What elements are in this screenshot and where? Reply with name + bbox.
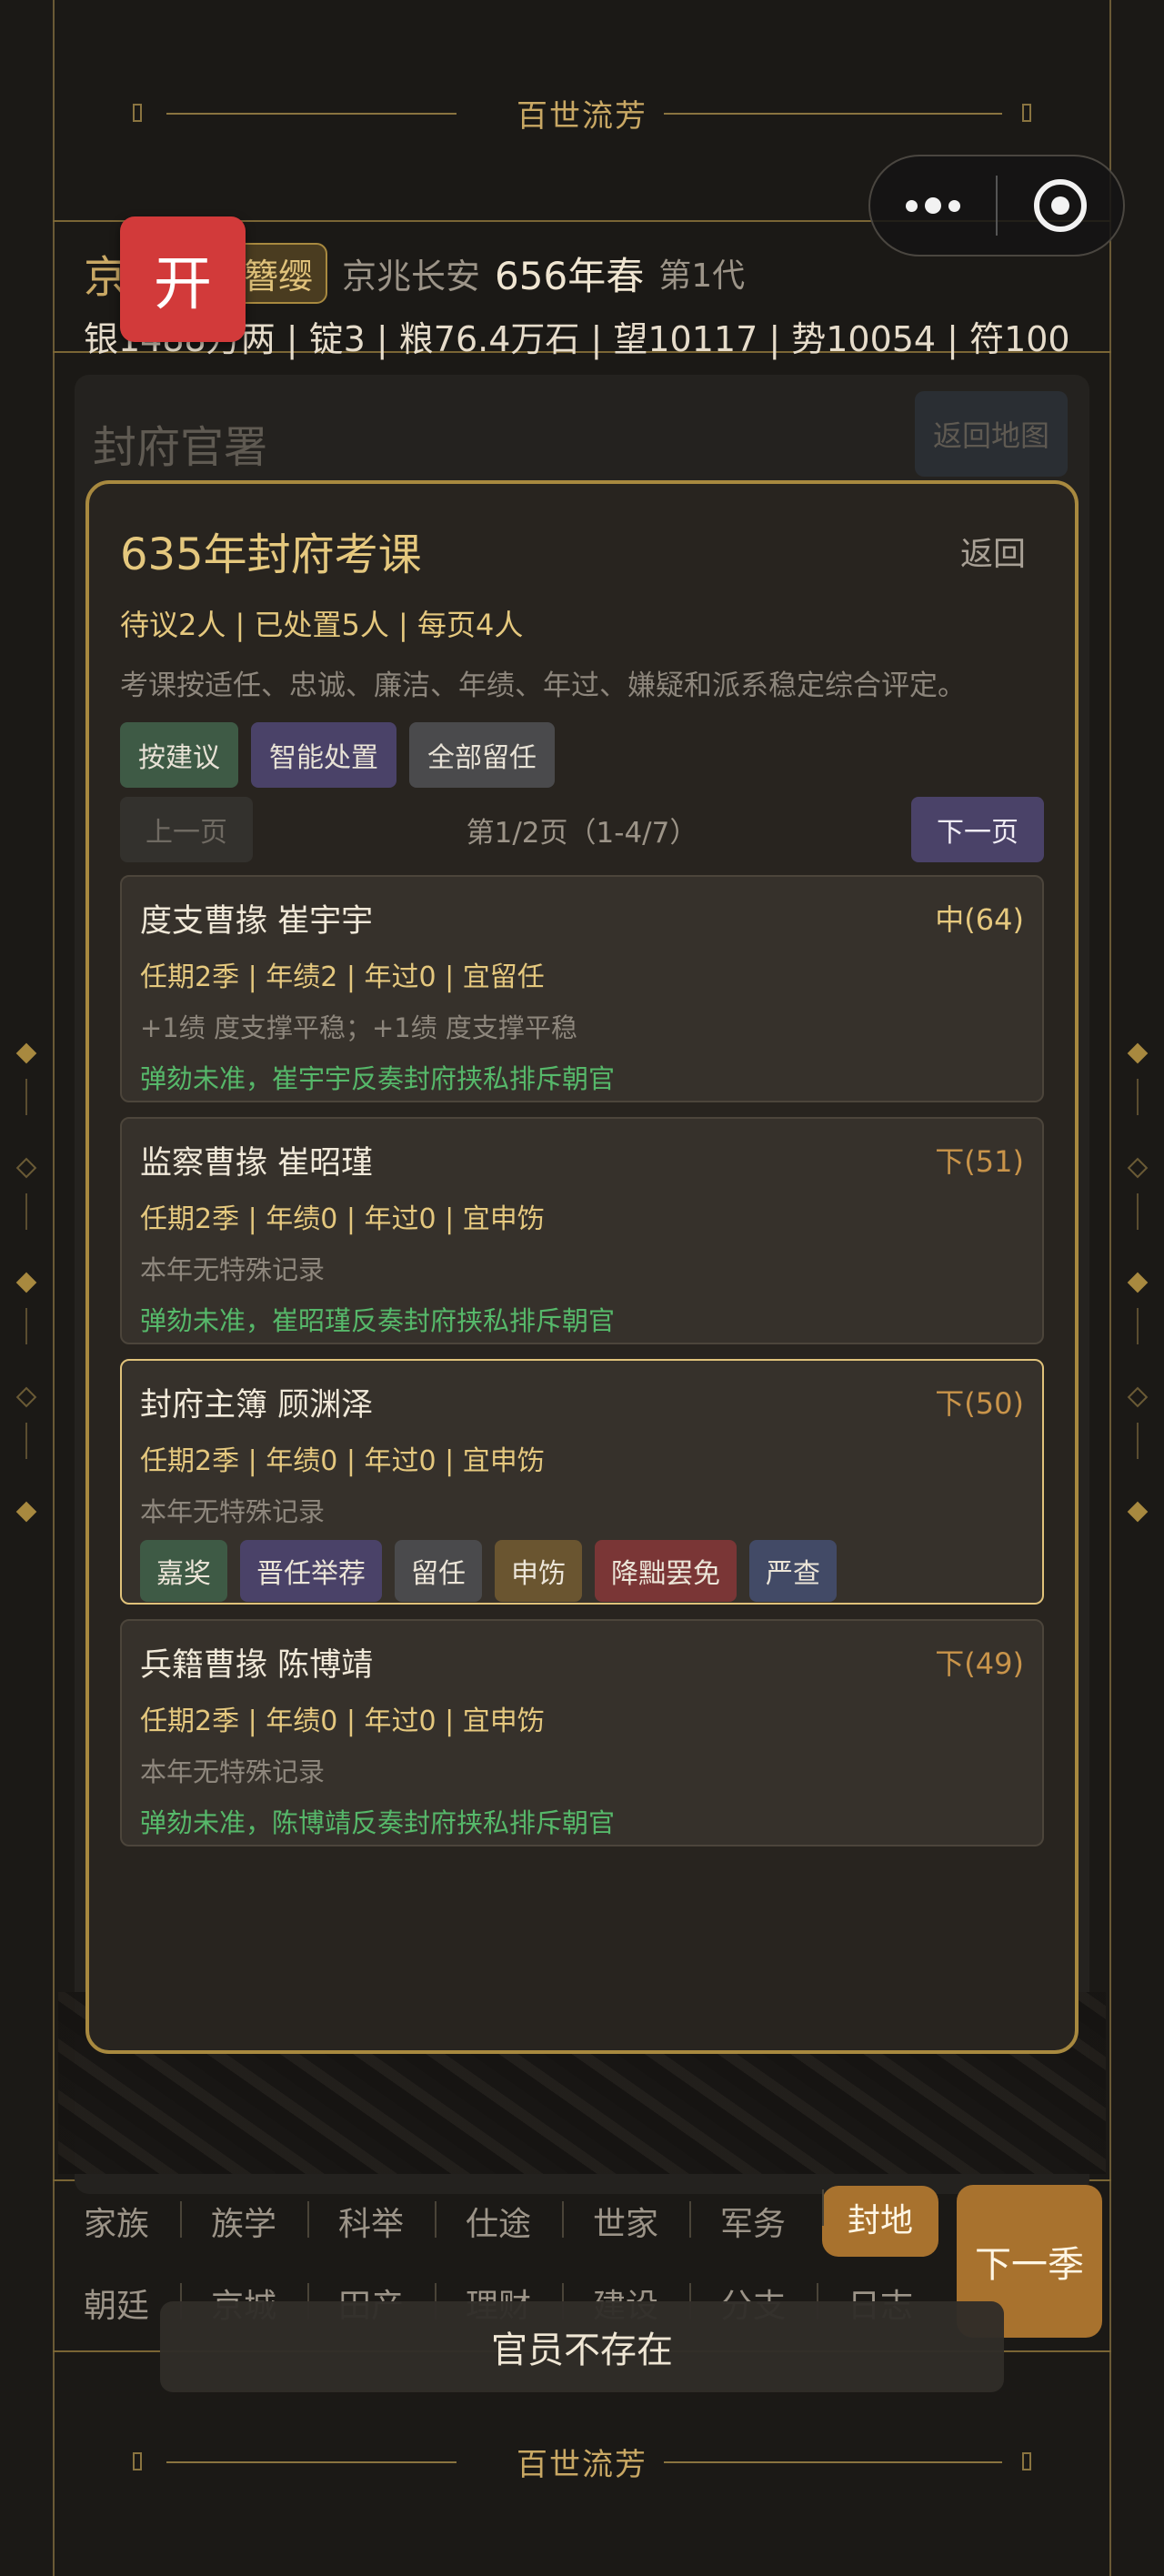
retain-all-button[interactable]: 全部留任 [409, 722, 555, 788]
banner-title: 百世流芳 [504, 90, 660, 136]
official-name: 封府主簿 顾渊泽 [140, 1387, 374, 1424]
nav-military[interactable]: 军务 [689, 2198, 817, 2245]
evaluation-stats: 待议2人 | 已处置5人 | 每页4人 [120, 608, 524, 642]
open-button[interactable]: 开 [120, 216, 246, 342]
nav-family[interactable]: 家族 [53, 2198, 180, 2245]
modal-title: 635年封府考课 [120, 529, 422, 580]
banner-ornament-right [664, 113, 1002, 115]
nav-fief[interactable]: 封地 [822, 2186, 938, 2257]
retain-button[interactable]: 留任 [395, 1540, 482, 1602]
official-note: 本年无特殊记录 [140, 1496, 326, 1527]
official-event: 弹劾未准，崔宇宇反奏封府挟私排斥朝官 [140, 1063, 616, 1094]
official-metrics: 任期2季 | 年绩0 | 年过0 | 宜申饬 [140, 1706, 545, 1737]
return-map-button[interactable]: 返回地图 [914, 391, 1068, 477]
official-metrics: 任期2季 | 年绩0 | 年过0 | 宜申饬 [140, 1445, 545, 1477]
nav-noble-houses[interactable]: 世家 [562, 2198, 689, 2245]
official-name: 兵籍曹掾 陈博靖 [140, 1647, 374, 1684]
left-side-ornament [15, 1037, 37, 1528]
modal-back-button[interactable]: 返回 [960, 528, 1026, 575]
nav-exam[interactable]: 科举 [307, 2198, 435, 2245]
banner-ornament-left [166, 2461, 457, 2463]
smart-handle-button[interactable]: 智能处置 [251, 722, 396, 788]
official-note: 本年无特殊记录 [140, 1756, 326, 1787]
official-card-selected[interactable]: 封府主簿 顾渊泽 下(50) 任期2季 | 年绩0 | 年过0 | 宜申饬 本年… [120, 1359, 1044, 1605]
close-miniapp-icon[interactable] [998, 179, 1123, 232]
banner-ornament-left [166, 113, 457, 115]
pager: 上一页 第1/2页（1-4/7） 下一页 [120, 797, 1044, 862]
official-name: 度支曹掾 崔宇宇 [140, 903, 374, 940]
official-card[interactable]: 监察曹掾 崔昭瑾 下(51) 任期2季 | 年绩0 | 年过0 | 宜申饬 本年… [120, 1117, 1044, 1344]
nav-row-primary: 家族 族学 科举 仕途 世家 军务 封地 [53, 2181, 938, 2261]
official-event: 弹劾未准，陈博靖反奏封府挟私排斥朝官 [140, 1807, 616, 1838]
page-info: 第1/2页（1-4/7） [466, 817, 698, 850]
location-label: 京兆长安 [342, 256, 481, 297]
investigate-button[interactable]: 严查 [749, 1540, 837, 1602]
right-side-ornament [1127, 1037, 1149, 1528]
banner-cap-left [133, 2452, 142, 2470]
demote-dismiss-button[interactable]: 降黜罢免 [595, 1540, 737, 1602]
official-metrics: 任期2季 | 年绩2 | 年过0 | 宜留任 [140, 961, 545, 993]
generation-label: 第1代 [658, 257, 746, 295]
official-name: 监察曹掾 崔昭瑾 [140, 1145, 374, 1182]
recommend-promotion-button[interactable]: 晋任举荐 [240, 1540, 382, 1602]
official-grade: 下(51) [935, 1144, 1024, 1179]
official-grade: 中(64) [935, 902, 1024, 937]
official-note: +1绩 度支撑平稳；+1绩 度支撑平稳 [140, 1012, 577, 1043]
more-menu-icon[interactable] [870, 197, 996, 214]
bulk-actions: 按建议 智能处置 全部留任 [120, 722, 555, 788]
office-panel-title: 封府官署 [93, 422, 268, 473]
official-grade: 下(49) [935, 1646, 1024, 1681]
official-card[interactable]: 度支曹掾 崔宇宇 中(64) 任期2季 | 年绩2 | 年过0 | 宜留任 +1… [120, 875, 1044, 1102]
follow-advice-button[interactable]: 按建议 [120, 722, 238, 788]
nav-career[interactable]: 仕途 [435, 2198, 562, 2245]
evaluation-description: 考课按适任、忠诚、廉洁、年绩、年过、嫌疑和派系稳定综合评定。 [120, 669, 966, 702]
official-grade: 下(50) [935, 1386, 1024, 1421]
banner-cap-left [133, 104, 142, 122]
banner-title: 百世流芳 [504, 2439, 660, 2484]
toast-message: 官员不存在 [160, 2301, 1004, 2392]
official-note: 本年无特殊记录 [140, 1254, 326, 1285]
reprimand-button[interactable]: 申饬 [495, 1540, 582, 1602]
banner-cap-right [1022, 104, 1031, 122]
reward-button[interactable]: 嘉奖 [140, 1540, 227, 1602]
next-page-button[interactable]: 下一页 [911, 797, 1044, 862]
official-metrics: 任期2季 | 年绩0 | 年过0 | 宜申饬 [140, 1203, 545, 1235]
bottom-banner: 百世流芳 [53, 2418, 1111, 2505]
banner-cap-right [1022, 2452, 1031, 2470]
year-label: 656年春 [495, 253, 645, 298]
evaluation-modal: 635年封府考课 返回 待议2人 | 已处置5人 | 每页4人 考课按适任、忠诚… [85, 480, 1079, 2054]
official-card[interactable]: 兵籍曹掾 陈博靖 下(49) 任期2季 | 年绩0 | 年过0 | 宜申饬 本年… [120, 1619, 1044, 1846]
banner-ornament-right [664, 2461, 1002, 2463]
official-event: 弹劾未准，崔昭瑾反奏封府挟私排斥朝官 [140, 1305, 616, 1336]
official-list: 度支曹掾 崔宇宇 中(64) 任期2季 | 年绩2 | 年过0 | 宜留任 +1… [120, 875, 1044, 1861]
official-actions: 嘉奖 晋任举荐 留任 申饬 降黜罢免 严查 [140, 1540, 1024, 1602]
top-banner: 百世流芳 [53, 69, 1111, 156]
nav-clan-school[interactable]: 族学 [180, 2198, 307, 2245]
